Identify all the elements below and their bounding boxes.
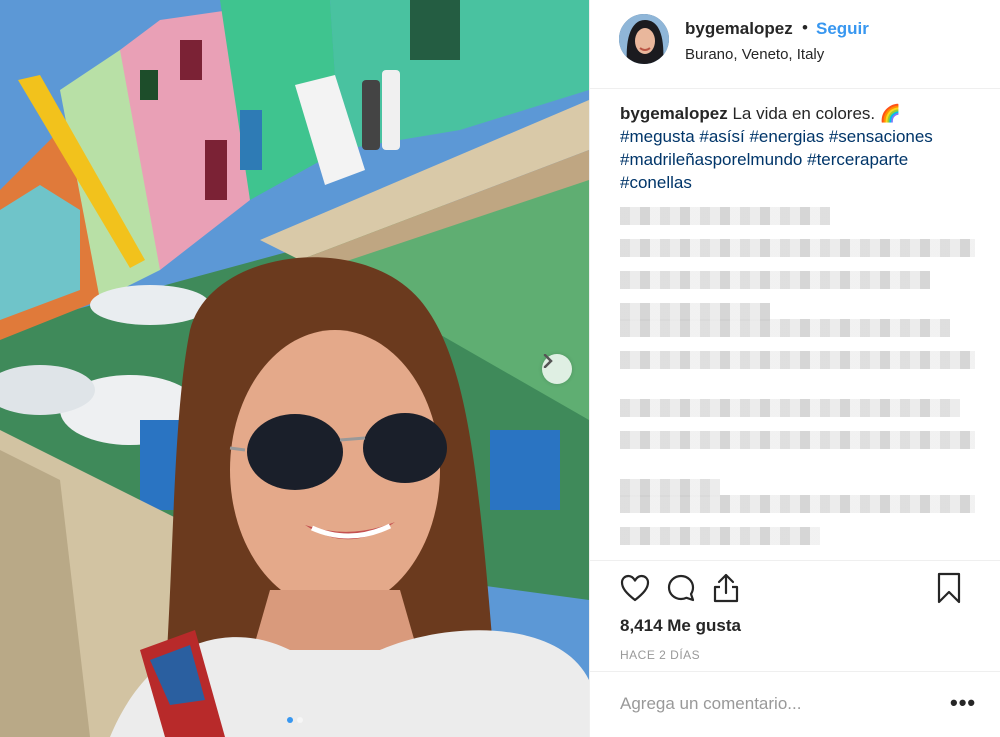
- more-options-button[interactable]: •••: [950, 690, 976, 716]
- caption-username[interactable]: bygemalopez: [620, 104, 728, 123]
- post-header: bygemalopez • Seguir Burano, Veneto, Ita…: [590, 0, 1000, 89]
- post-timestamp[interactable]: HACE 2 DÍAS: [620, 648, 700, 662]
- photo-illustration: [0, 0, 589, 737]
- chevron-right-icon: [543, 354, 553, 368]
- likes-count[interactable]: 8,414 Me gusta: [620, 616, 741, 636]
- post-caption: bygemalopez La vida en colores. 🌈 #megus…: [620, 102, 980, 194]
- caption-text: La vida en colores. 🌈: [732, 104, 902, 123]
- next-slide-button[interactable]: [542, 354, 572, 384]
- share-button[interactable]: [709, 571, 743, 605]
- avatar[interactable]: [619, 14, 669, 64]
- instagram-post: bygemalopez • Seguir Burano, Veneto, Ita…: [0, 0, 1000, 737]
- blurred-text: [620, 207, 830, 225]
- post-details-panel: bygemalopez • Seguir Burano, Veneto, Ita…: [589, 0, 1000, 737]
- blurred-text: [620, 239, 975, 257]
- hashtags-line[interactable]: #conellas: [620, 173, 692, 192]
- comment-button[interactable]: [664, 571, 698, 605]
- location-link[interactable]: Burano, Veneto, Italy: [685, 46, 824, 63]
- blurred-text: [620, 319, 950, 337]
- post-photo[interactable]: [0, 0, 589, 737]
- separator-dot: •: [802, 18, 808, 37]
- carousel-dot-active: [286, 717, 293, 723]
- post-actions-bar: [590, 560, 1000, 616]
- carousel-dot: [296, 717, 303, 723]
- blurred-comments: [620, 205, 980, 555]
- like-button[interactable]: [618, 571, 652, 605]
- blurred-text: [620, 351, 975, 369]
- blurred-text: [620, 399, 960, 417]
- username-link[interactable]: bygemalopez: [685, 19, 793, 39]
- add-comment-section: •••: [590, 671, 1000, 737]
- blurred-text: [620, 527, 820, 545]
- blurred-text: [620, 495, 975, 513]
- follow-button[interactable]: Seguir: [816, 19, 869, 39]
- blurred-text: [620, 271, 930, 289]
- hashtags-line[interactable]: #madrileñasporelmundo #terceraparte: [620, 150, 908, 169]
- carousel-indicator: [0, 717, 589, 723]
- blurred-text: [620, 431, 975, 449]
- hashtags-line[interactable]: #megusta #asísí #energias #sensaciones: [620, 127, 933, 146]
- bookmark-icon: [937, 572, 961, 604]
- avatar-image: [619, 14, 669, 64]
- comment-input[interactable]: [620, 694, 920, 714]
- share-upload-icon: [713, 573, 739, 603]
- save-button[interactable]: [932, 571, 966, 605]
- comment-bubble-icon: [667, 574, 695, 602]
- heart-icon: [620, 574, 650, 602]
